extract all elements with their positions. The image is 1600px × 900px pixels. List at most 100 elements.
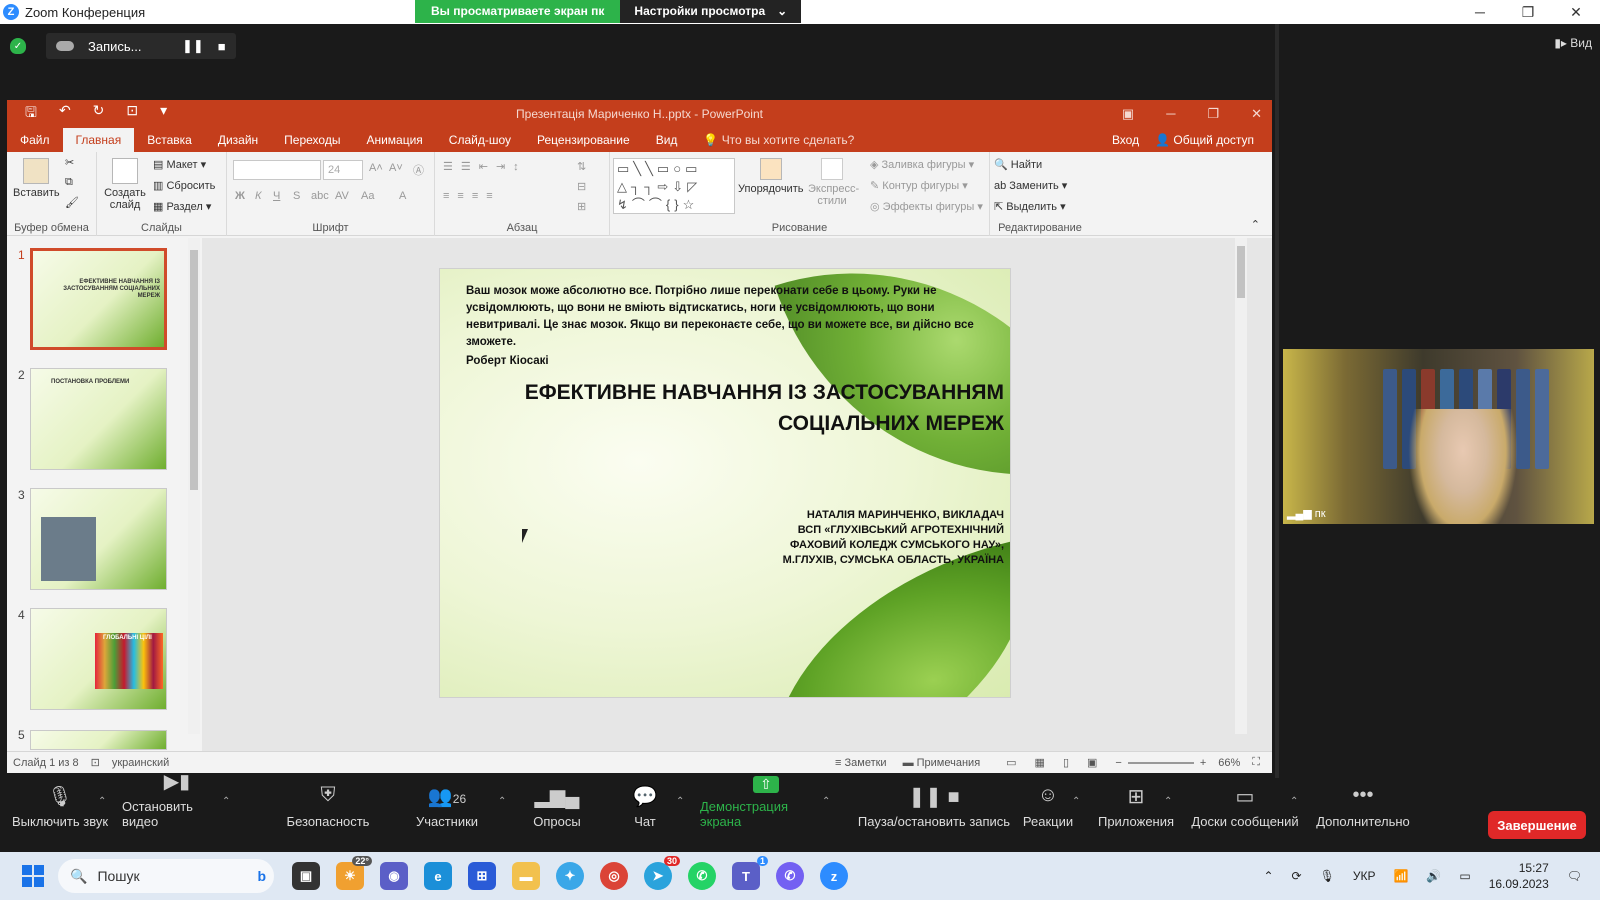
shrink-font-icon[interactable]: A˅ bbox=[389, 162, 403, 174]
settings-app-icon[interactable]: ✦ bbox=[556, 862, 584, 890]
ppt-minimize-button[interactable]: ─ bbox=[1166, 106, 1175, 122]
arrange-button[interactable]: Упорядочить bbox=[738, 158, 803, 195]
shield-icon[interactable]: ✓ bbox=[10, 38, 26, 54]
fit-slide-icon[interactable]: ⛶ bbox=[1252, 756, 1260, 769]
whatsapp-icon[interactable]: ✆ bbox=[688, 862, 716, 890]
participants-caret-icon[interactable]: ⌃ bbox=[498, 796, 506, 807]
copy-icon[interactable]: ⧉ bbox=[65, 176, 73, 189]
polls-button[interactable]: ▂▆▄ Опросы bbox=[530, 778, 584, 834]
edge-icon[interactable]: e bbox=[424, 862, 452, 890]
thumbnail-slide-3[interactable] bbox=[30, 488, 167, 590]
sync-icon[interactable]: ⟳ bbox=[1292, 869, 1302, 883]
scroll-thumb[interactable] bbox=[1237, 246, 1245, 298]
weather-icon[interactable]: 22° ☀ bbox=[336, 856, 372, 890]
zoom-taskbar-icon[interactable]: z bbox=[820, 862, 848, 890]
chevron-up-icon[interactable]: ⌃ bbox=[1263, 869, 1273, 883]
tab-home[interactable]: Главная bbox=[62, 128, 135, 152]
thumbnail-slide-4[interactable]: ГЛОБАЛЬНІ ЦІЛІ bbox=[30, 608, 167, 710]
shadow-icon[interactable]: S bbox=[293, 190, 300, 202]
record-button[interactable]: ❚❚ ■ Пауза/остановить запись bbox=[846, 778, 1022, 834]
thumbnail-slide-1[interactable]: ЕФЕКТИВНЕ НАВЧАННЯ ІЗ ЗАСТОСУВАННЯМ СОЦІ… bbox=[30, 248, 167, 350]
font-color-icon[interactable]: A bbox=[399, 190, 406, 202]
audio-options-caret-icon[interactable]: ⌃ bbox=[98, 796, 106, 807]
spellcheck-icon[interactable]: ⊡ bbox=[91, 756, 100, 769]
reactions-caret-icon[interactable]: ⌃ bbox=[1072, 796, 1080, 807]
ppt-restore-button[interactable]: ❐ bbox=[1207, 106, 1219, 122]
microphone-tray-icon[interactable]: 🎙 bbox=[1320, 869, 1335, 883]
notes-button[interactable]: ≡ Заметки bbox=[835, 757, 887, 769]
share-screen-button[interactable]: ⇧ Демонстрация экрана bbox=[700, 776, 832, 834]
smartart-icon[interactable]: ⊞ bbox=[577, 200, 586, 213]
start-slideshow-icon[interactable]: ⊡ bbox=[126, 102, 138, 126]
telegram-icon[interactable]: 30 ➤ bbox=[644, 856, 680, 890]
teams-chat-icon[interactable]: ◉ bbox=[380, 862, 408, 890]
windows-start-icon[interactable] bbox=[22, 865, 44, 887]
format-painter-icon[interactable]: 🖌 bbox=[65, 196, 79, 209]
char-spacing-icon[interactable]: AV bbox=[335, 190, 349, 202]
tab-slideshow[interactable]: Слайд-шоу bbox=[436, 128, 524, 152]
slide-scrollbar[interactable] bbox=[1235, 238, 1247, 734]
reset-button[interactable]: ▥ Сбросить bbox=[153, 179, 215, 192]
pane-divider[interactable] bbox=[1275, 24, 1279, 796]
align-text-icon[interactable]: ⊟ bbox=[577, 180, 586, 193]
ribbon-display-icon[interactable]: ▣ bbox=[1122, 106, 1134, 122]
replace-button[interactable]: ab Заменить ▾ bbox=[994, 179, 1067, 192]
shape-fill-button[interactable]: ◈ Заливка фигуры ▾ bbox=[870, 158, 974, 171]
font-name-field[interactable] bbox=[233, 160, 321, 180]
paste-button[interactable]: Вставить bbox=[13, 158, 60, 199]
tell-me-search[interactable]: 💡 Что вы хотите сделать? bbox=[690, 128, 867, 152]
clock[interactable]: 15:27 16.09.2023 bbox=[1489, 860, 1549, 892]
chat-button[interactable]: 💬 Чат bbox=[630, 778, 660, 834]
file-explorer-icon[interactable]: ▬ bbox=[512, 862, 540, 890]
current-slide[interactable]: Ваш мозок може абсолютно все. Потрібно л… bbox=[439, 268, 1011, 698]
thumbnail-slide-5[interactable] bbox=[30, 730, 167, 750]
grow-font-icon[interactable]: A˄ bbox=[369, 162, 383, 174]
find-button[interactable]: 🔍 Найти bbox=[994, 158, 1042, 171]
chrome-icon[interactable]: ◎ bbox=[600, 862, 628, 890]
view-button[interactable]: ▮▸ Вид bbox=[1554, 36, 1592, 50]
customize-qat-icon[interactable]: ▾ bbox=[160, 102, 167, 126]
text-direction-icon[interactable]: ⇅ bbox=[577, 160, 586, 173]
cut-icon[interactable]: ✂ bbox=[65, 156, 74, 169]
zoom-in-icon[interactable]: + bbox=[1200, 757, 1206, 769]
list-icons[interactable]: ☰☰⇤⇥↕ bbox=[443, 160, 527, 173]
thumbnail-slide-2[interactable]: ПОСТАНОВКА ПРОБЛЕМИ bbox=[30, 368, 167, 470]
share-button[interactable]: 👤 Общий доступ bbox=[1155, 133, 1254, 147]
zoom-out-icon[interactable]: − bbox=[1115, 757, 1121, 769]
underline-icon[interactable]: Ч bbox=[273, 190, 280, 202]
redo-icon[interactable]: ↻ bbox=[93, 102, 105, 126]
store-icon[interactable]: ⊞ bbox=[468, 862, 496, 890]
end-meeting-button[interactable]: Завершение bbox=[1488, 811, 1586, 839]
new-slide-button[interactable]: Создать слайд bbox=[103, 158, 147, 211]
save-icon[interactable]: 🖫 bbox=[25, 102, 37, 126]
scroll-thumb[interactable] bbox=[190, 250, 198, 490]
chat-caret-icon[interactable]: ⌃ bbox=[676, 796, 684, 807]
tab-animations[interactable]: Анимация bbox=[353, 128, 435, 152]
align-icons[interactable]: ≡≡≡≡ bbox=[443, 190, 501, 202]
more-button[interactable]: ••• Дополнительно bbox=[1316, 778, 1410, 834]
stop-recording-icon[interactable]: ■ bbox=[218, 39, 226, 54]
volume-icon[interactable]: 🔊 bbox=[1426, 869, 1441, 883]
stop-video-button[interactable]: ▶▮ Остановить видео bbox=[122, 771, 232, 834]
close-button[interactable]: ✕ bbox=[1552, 0, 1600, 24]
italic-icon[interactable]: К bbox=[255, 190, 261, 202]
viber-icon[interactable]: ✆ bbox=[776, 862, 804, 890]
zoom-level[interactable]: 66% bbox=[1218, 757, 1240, 769]
tab-view[interactable]: Вид bbox=[643, 128, 691, 152]
shape-effects-button[interactable]: ◎ Эффекты фигуры ▾ bbox=[870, 200, 983, 213]
zoom-slider[interactable] bbox=[1127, 761, 1194, 764]
participants-button[interactable]: 👥26 Участники bbox=[412, 778, 482, 834]
collapse-ribbon-icon[interactable]: ⌃ bbox=[1251, 218, 1260, 231]
view-mode-icons[interactable]: ▭▦▯▣ bbox=[1006, 756, 1115, 769]
minimize-button[interactable]: ─ bbox=[1456, 0, 1504, 24]
signin-link[interactable]: Вход bbox=[1112, 133, 1139, 147]
shape-outline-button[interactable]: ✎ Контур фигуры ▾ bbox=[870, 179, 968, 192]
thumbnails-scrollbar[interactable] bbox=[188, 238, 200, 734]
ppt-close-button[interactable]: ✕ bbox=[1251, 106, 1262, 122]
restore-button[interactable]: ❐ bbox=[1504, 0, 1552, 24]
video-options-caret-icon[interactable]: ⌃ bbox=[222, 796, 230, 807]
reactions-button[interactable]: ☺ Реакции bbox=[1022, 778, 1074, 834]
font-size-field[interactable]: 24 bbox=[323, 160, 363, 180]
mute-button[interactable]: 🎙 Выключить звук bbox=[10, 778, 110, 834]
security-button[interactable]: ⛨ Безопасность bbox=[287, 778, 370, 834]
